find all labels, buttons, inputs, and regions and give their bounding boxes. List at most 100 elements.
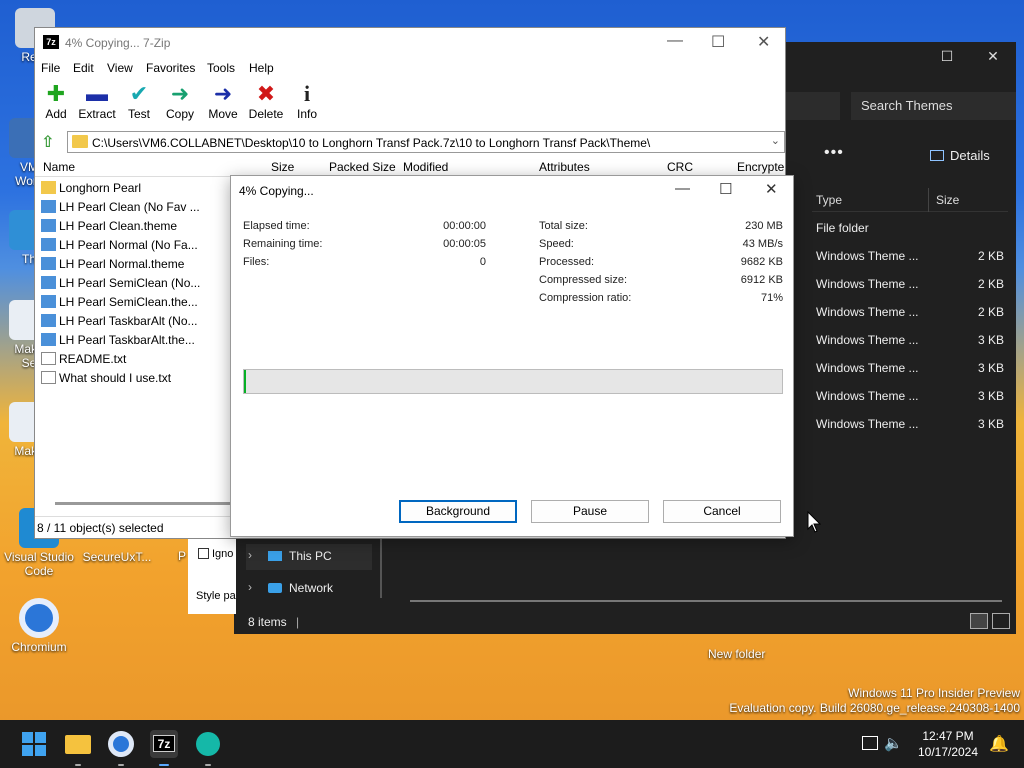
horizontal-scrollbar[interactable] [55, 502, 235, 505]
details-pane-icon [930, 150, 944, 161]
list-item[interactable]: Windows Theme ... 2 KB [816, 298, 1006, 326]
pause-button[interactable]: Pause [531, 500, 649, 523]
menu-help[interactable]: Help [249, 61, 274, 75]
details-view-button[interactable] [970, 613, 988, 629]
search-input[interactable]: Search Themes [851, 92, 1016, 120]
7zip-taskbar-button[interactable]: 7z [150, 730, 178, 758]
file-type: Windows Theme ... [816, 249, 919, 263]
column-size[interactable]: Size [271, 160, 294, 174]
close-button[interactable]: ✕ [970, 48, 1016, 65]
details-button[interactable]: Details [930, 148, 990, 163]
column-size[interactable]: Size [936, 193, 959, 207]
desktop-icon-new-folder[interactable]: New folder [708, 647, 765, 661]
title-bar[interactable]: 7z 4% Copying... 7-Zip — ☐ ✕ [35, 28, 785, 58]
running-indicator [118, 764, 124, 766]
file-type: Windows Theme ... [816, 361, 919, 375]
clock-date[interactable]: 10/17/2024 [912, 745, 984, 759]
minimize-button[interactable]: — [675, 180, 690, 197]
list-item[interactable]: Windows Theme ... 3 KB [816, 354, 1006, 382]
address-bar-tail[interactable] [784, 92, 840, 120]
remaining-time-value: 00:00:05 [443, 238, 486, 250]
column-name[interactable]: Name [43, 160, 75, 174]
speed-value: 43 MB/s [742, 238, 783, 250]
close-button[interactable]: ✕ [757, 32, 770, 52]
delete-button[interactable]: ✖ Delete [247, 81, 285, 121]
menu-file[interactable]: File [41, 61, 60, 75]
nav-item-network[interactable]: › Network [246, 576, 372, 602]
details-label: Details [950, 148, 990, 163]
notification-bell-icon[interactable]: 🔔 [989, 734, 1009, 754]
column-header: Name Size Packed Size Modified Attribute… [35, 157, 787, 177]
tiles-view-button[interactable] [992, 613, 1010, 629]
info-icon: i [303, 81, 311, 106]
list-item[interactable]: Windows Theme ... 3 KB [816, 326, 1006, 354]
address-bar[interactable]: C:\Users\VM6.COLLABNET\Desktop\10 to Lon… [67, 131, 785, 153]
files-value: 0 [479, 256, 486, 268]
extract-button[interactable]: ▬ Extract [77, 81, 117, 121]
running-indicator [205, 764, 211, 766]
progress-bar [243, 369, 783, 394]
checkbox[interactable] [198, 548, 209, 559]
column-type[interactable]: Type [816, 193, 842, 207]
watermark-line-2: Evaluation copy. Build 26080.ge_release.… [729, 701, 1020, 715]
add-button[interactable]: ✚ Add [41, 81, 71, 121]
total-size-value: 230 MB [745, 220, 783, 232]
chevron-down-icon[interactable]: ⌄ [771, 134, 780, 147]
elapsed-time-label: Elapsed time: [243, 220, 310, 232]
folder-icon [72, 135, 88, 148]
processed-value: 9682 KB [740, 256, 783, 268]
dialog-title: 4% Copying... [239, 184, 314, 198]
volume-tray-icon[interactable]: 🔈 [884, 734, 903, 752]
chevron-right-icon: › [248, 548, 252, 562]
maximize-button[interactable]: ☐ [719, 180, 732, 198]
files-label: Files: [243, 256, 270, 268]
list-item[interactable]: Windows Theme ... 3 KB [816, 410, 1006, 438]
chromium-taskbar-button[interactable] [107, 730, 135, 758]
copy-button[interactable]: ➜ Copy [163, 81, 197, 121]
column-attributes[interactable]: Attributes [539, 160, 590, 174]
list-item[interactable]: Windows Theme ... 3 KB [816, 382, 1006, 410]
menu-edit[interactable]: Edit [73, 61, 94, 75]
chromium-icon [108, 731, 134, 757]
close-button[interactable]: ✕ [765, 180, 778, 198]
cancel-button[interactable]: Cancel [663, 500, 781, 523]
minimize-button[interactable]: — [667, 32, 683, 50]
file-type: File folder [816, 221, 869, 235]
file-size: 2 KB [977, 249, 1004, 263]
running-indicator [159, 764, 169, 766]
computer-icon [268, 551, 282, 561]
column-divider [928, 188, 929, 212]
move-label: Move [208, 107, 238, 121]
desktop-icon-chromium[interactable]: Chromium [4, 598, 74, 654]
theme-file-icon [41, 314, 56, 327]
maximize-button[interactable]: ☐ [711, 32, 725, 52]
background-button[interactable]: Background [399, 500, 517, 523]
move-button[interactable]: ➜ Move [205, 81, 241, 121]
file-explorer-taskbar-button[interactable] [64, 730, 92, 758]
nav-item-this-pc[interactable]: › This PC [246, 544, 372, 570]
address-path: C:\Users\VM6.COLLABNET\Desktop\10 to Lon… [92, 136, 651, 150]
column-crc[interactable]: CRC [667, 160, 693, 174]
column-encrypted[interactable]: Encrypte [737, 160, 784, 174]
info-button[interactable]: i Info [293, 81, 321, 121]
menu-favorites[interactable]: Favorites [146, 61, 195, 75]
menu-view[interactable]: View [107, 61, 133, 75]
app-taskbar-button[interactable] [194, 730, 222, 758]
menu-tools[interactable]: Tools [207, 61, 235, 75]
theme-file-icon [41, 219, 56, 232]
start-button[interactable] [20, 730, 48, 758]
list-item[interactable]: Windows Theme ... 2 KB [816, 270, 1006, 298]
column-modified[interactable]: Modified [403, 160, 448, 174]
list-item[interactable]: File folder [816, 214, 1006, 242]
network-tray-icon[interactable] [862, 736, 878, 750]
up-folder-icon[interactable]: ⇧ [41, 132, 54, 152]
maximize-button[interactable]: ☐ [924, 48, 970, 65]
add-label: Add [45, 107, 67, 121]
clock-time[interactable]: 12:47 PM [912, 729, 984, 743]
more-options-button[interactable]: ••• [824, 144, 844, 162]
horizontal-scrollbar[interactable] [410, 600, 1002, 602]
watermark-line-1: Windows 11 Pro Insider Preview [848, 686, 1020, 700]
list-item[interactable]: Windows Theme ... 2 KB [816, 242, 1006, 270]
column-packed-size[interactable]: Packed Size [329, 160, 396, 174]
test-button[interactable]: ✔ Test [123, 81, 155, 121]
